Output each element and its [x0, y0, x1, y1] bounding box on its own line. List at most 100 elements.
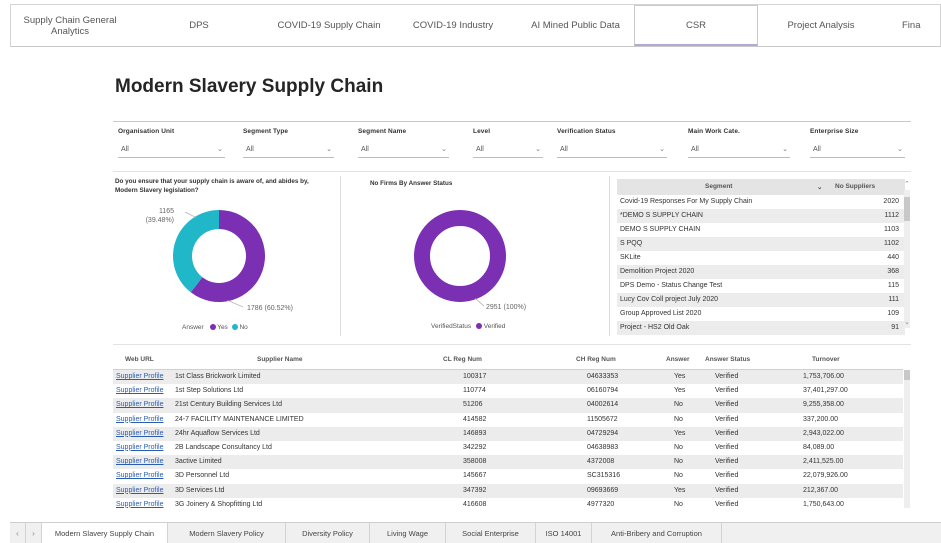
enterprise-size-dropdown[interactable]: All ⌄	[810, 141, 905, 158]
answer: Yes	[674, 486, 686, 494]
tab-csr[interactable]: CSR	[634, 5, 758, 46]
filter-label: Enterprise Size	[810, 128, 859, 135]
page-tab-diversity-policy[interactable]: Diversity Policy	[286, 523, 370, 543]
column-header-no-suppliers[interactable]: No Suppliers	[835, 183, 875, 190]
segment-table-body: Covid-19 Responses For My Supply Chain 20…	[617, 195, 905, 335]
table-row[interactable]: DEMO S SUPPLY CHAIN 1103	[617, 223, 905, 237]
supplier-profile-link[interactable]: Supplier Profile	[116, 444, 163, 451]
tab-dps[interactable]: DPS	[129, 5, 269, 46]
cl-reg-num: 51206	[463, 401, 483, 409]
column-header-web-url[interactable]: Web URL	[125, 356, 154, 363]
tab-project-analysis[interactable]: Project Analysis	[758, 5, 884, 46]
supplier-name: 3G Joinery & Shopfitting Ltd	[175, 500, 263, 508]
column-header-segment[interactable]: Segment	[705, 183, 732, 190]
segment-type-dropdown[interactable]: All ⌄	[243, 141, 334, 158]
table-row[interactable]: Lucy Cov Coll project July 2020 111	[617, 293, 905, 307]
page-tab-modern-slavery-supply-chain[interactable]: Modern Slavery Supply Chain	[42, 523, 168, 543]
sort-icon[interactable]: ⌄	[817, 183, 822, 191]
supplier-profile-link[interactable]: Supplier Profile	[116, 472, 163, 479]
organisation-unit-dropdown[interactable]: All ⌄	[118, 141, 225, 158]
table-row[interactable]: Project - HS2 Old Oak 91	[617, 321, 905, 335]
panel-separator	[340, 176, 341, 336]
data-label-yes: 1786 (60.52%)	[247, 305, 293, 312]
table-row[interactable]: Covid-19 Responses For My Supply Chain 20…	[617, 195, 905, 209]
scrollbar-thumb[interactable]	[904, 370, 910, 380]
column-header-answer[interactable]: Answer	[666, 356, 689, 363]
legend-item-verified[interactable]: Verified	[484, 323, 506, 330]
scrollbar-thumb[interactable]	[904, 197, 910, 221]
supplier-profile-link[interactable]: Supplier Profile	[116, 387, 163, 394]
supplier-name: 1st Class Brickwork Limited	[175, 373, 261, 380]
supplier-profile-link[interactable]: Supplier Profile	[116, 430, 163, 437]
column-header-answer-status[interactable]: Answer Status	[705, 356, 750, 363]
table-row[interactable]: Demolition Project 2020 368	[617, 265, 905, 279]
dropdown-value: All	[476, 146, 484, 153]
page-tab-modern-slavery-policy[interactable]: Modern Slavery Policy	[168, 523, 286, 543]
supplier-table-body: Supplier Profile 1st Class Brickwork Lim…	[113, 370, 903, 512]
table-row[interactable]: *DEMO S SUPPLY CHAIN 1112	[617, 209, 905, 223]
answer-status: Verified	[715, 401, 739, 409]
scroll-up-icon[interactable]: ⌃	[904, 180, 910, 188]
turnover: 22,079,926.00	[803, 472, 848, 480]
supplier-table-scrollbar[interactable]	[904, 370, 910, 508]
supplier-count: 1103	[883, 226, 899, 233]
chevron-right-icon[interactable]: ›	[26, 523, 42, 543]
scroll-down-icon[interactable]: ⌄	[904, 318, 910, 326]
page-tab-social-enterprise[interactable]: Social Enterprise	[446, 523, 536, 543]
supplier-name: 2B Landscape Consultancy Ltd	[175, 443, 272, 451]
turnover: 1,753,706.00	[803, 373, 844, 380]
dropdown-value: All	[813, 146, 821, 153]
segment-table-scrollbar[interactable]	[904, 190, 910, 328]
supplier-profile-link[interactable]: Supplier Profile	[116, 458, 163, 465]
table-row[interactable]: S PQQ 1102	[617, 237, 905, 251]
table-row[interactable]: Group Approved List 2020 109	[617, 307, 905, 321]
supplier-name: 3D Personnel Ltd	[175, 472, 230, 480]
filter-label: Segment Type	[243, 128, 289, 135]
ch-reg-num: 4977320	[587, 500, 615, 508]
supplier-count: 368	[887, 268, 899, 275]
column-header-cl-reg-num[interactable]: CL Reg Num	[443, 356, 482, 363]
tab-covid-19-supply-chain[interactable]: COVID-19 Supply Chain	[269, 5, 389, 46]
leader-line	[226, 299, 244, 308]
table-row[interactable]: SKLite 440	[617, 251, 905, 265]
chevron-left-icon[interactable]: ‹	[10, 523, 26, 543]
segment-name: DPS Demo - Status Change Test	[620, 282, 723, 289]
tab-finance[interactable]: Fina	[884, 5, 940, 46]
supplier-profile-link[interactable]: Supplier Profile	[116, 487, 163, 494]
donut-slice-no[interactable]	[173, 210, 219, 293]
firms-by-status-donut-chart: 2951 (100%)	[414, 210, 526, 311]
supplier-profile-link[interactable]: Supplier Profile	[116, 373, 163, 380]
legend-item-no[interactable]: No	[239, 324, 247, 331]
tab-covid-19-industry[interactable]: COVID-19 Industry	[389, 5, 517, 46]
tab-ai-mined-public-data[interactable]: AI Mined Public Data	[517, 5, 634, 46]
level-dropdown[interactable]: All ⌄	[473, 141, 543, 158]
filter-segment-type: Segment Type All ⌄	[243, 128, 334, 162]
main-work-category-dropdown[interactable]: All ⌄	[688, 141, 790, 158]
chevron-down-icon: ⌄	[535, 146, 541, 153]
supplier-profile-link[interactable]: Supplier Profile	[116, 501, 163, 508]
page-tab-living-wage[interactable]: Living Wage	[370, 523, 446, 543]
page-tab-iso-14001[interactable]: ISO 14001	[536, 523, 592, 543]
data-label-verified: 2951 (100%)	[486, 304, 526, 311]
tab-supply-chain-general-analytics[interactable]: Supply Chain General Analytics	[11, 5, 129, 46]
column-header-turnover[interactable]: Turnover	[812, 356, 840, 363]
table-row[interactable]: DPS Demo - Status Change Test 115	[617, 279, 905, 293]
column-header-ch-reg-num[interactable]: CH Reg Num	[576, 356, 616, 363]
turnover: 1,750,643.00	[803, 500, 844, 508]
legend-slavery-awareness: Answer Yes No	[182, 324, 248, 331]
supplier-profile-link[interactable]: Supplier Profile	[116, 401, 163, 408]
chevron-down-icon: ⌄	[782, 146, 788, 153]
supplier-profile-link[interactable]: Supplier Profile	[116, 416, 163, 423]
page-tab-anti-bribery-and-corruption[interactable]: Anti-Bribery and Corruption	[592, 523, 722, 543]
answer-status: Verified	[715, 443, 739, 451]
column-header-supplier-name[interactable]: Supplier Name	[257, 356, 303, 363]
segment-name-dropdown[interactable]: All ⌄	[358, 141, 449, 158]
turnover: 37,401,297.00	[803, 387, 848, 395]
answer: No	[674, 443, 683, 451]
title-divider	[113, 121, 911, 122]
donut-slice-verified[interactable]	[414, 210, 506, 302]
turnover: 84,089.00	[803, 443, 835, 451]
table-row: Supplier Profile 24hr Aquaflow Services …	[113, 426, 903, 441]
verification-status-dropdown[interactable]: All ⌄	[557, 141, 667, 158]
legend-item-yes[interactable]: Yes	[217, 324, 228, 331]
